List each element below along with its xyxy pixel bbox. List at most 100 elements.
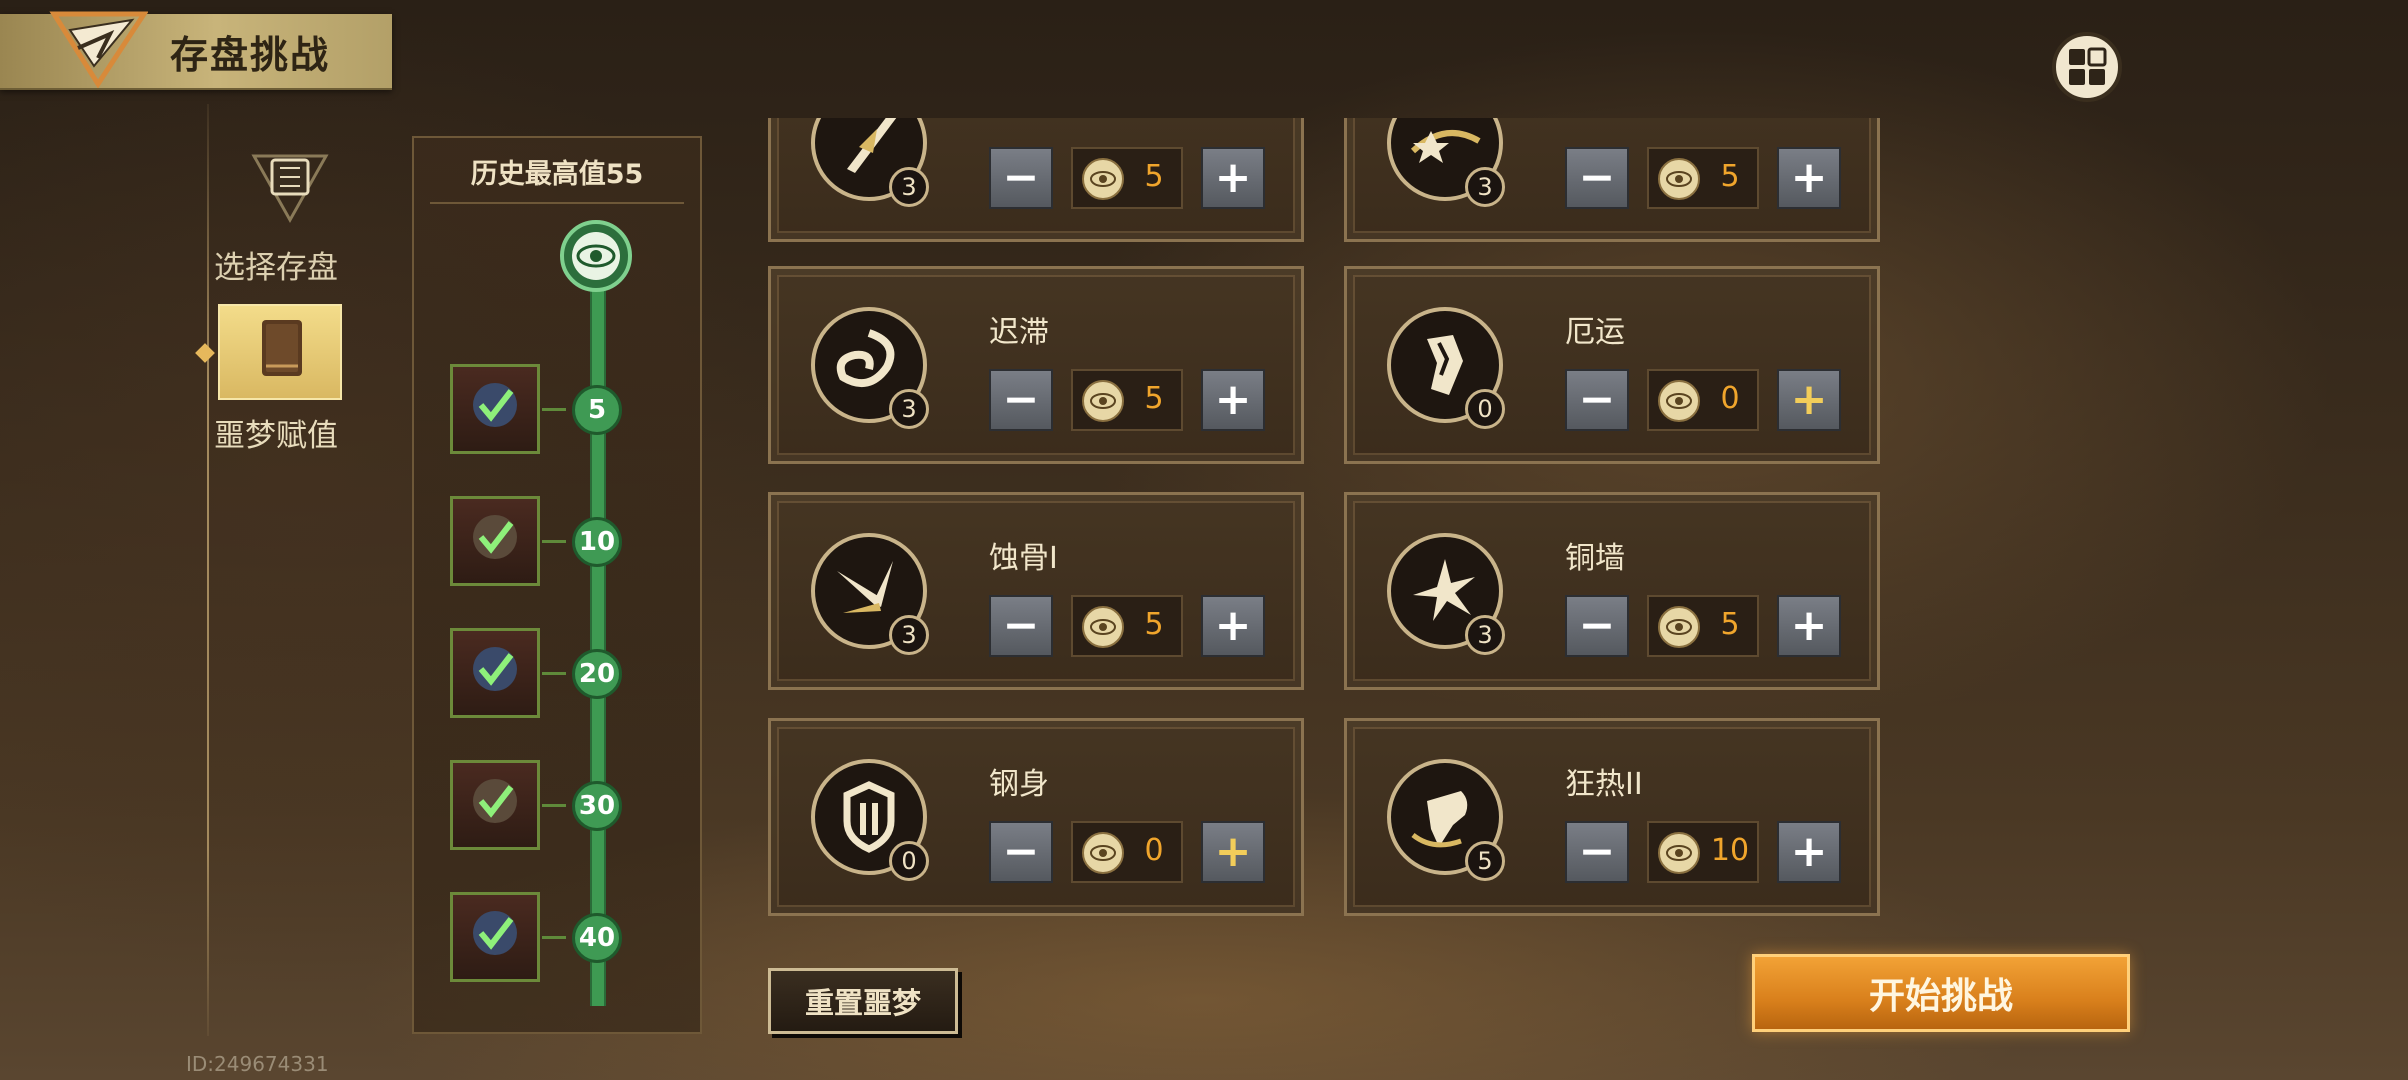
decrease-button[interactable]: − [989, 595, 1053, 657]
milestone-connector [542, 672, 566, 675]
card-name: 厄运 [1565, 315, 1625, 350]
nightmare-card: 0 厄运 − 0 + [1344, 266, 1880, 464]
nightmare-card: 5 狂热II − 10 + [1344, 718, 1880, 916]
decrease-button[interactable]: − [1565, 821, 1629, 883]
milestone-node: 10 [572, 517, 622, 567]
cost-value: 5 [1144, 159, 1164, 194]
card-level: 3 [1465, 167, 1505, 207]
milestone-node: 20 [572, 649, 622, 699]
menu-grid-button[interactable] [2052, 32, 2122, 102]
eye-coin-icon [1082, 832, 1124, 874]
check-badge-icon [473, 647, 517, 691]
start-challenge-button[interactable]: 开始挑战 [1752, 954, 2130, 1032]
cost-value-box: 5 [1647, 147, 1759, 209]
milestone-reward-icon[interactable] [450, 628, 540, 718]
nav-nightmare-tab[interactable] [218, 304, 342, 400]
start-challenge-label: 开始挑战 [1868, 976, 2013, 1017]
milestone-reward-icon[interactable] [450, 364, 540, 454]
save-chip-icon[interactable] [250, 150, 330, 226]
card-level: 0 [889, 841, 929, 881]
cost-value: 5 [1144, 381, 1164, 416]
card-name: 钢身 [989, 767, 1049, 802]
milestone-connector [542, 540, 566, 543]
eye-coin-icon [1658, 380, 1700, 422]
milestone-node: 40 [572, 913, 622, 963]
cost-value-box: 5 [1071, 369, 1183, 431]
cost-value-box: 0 [1071, 821, 1183, 883]
reset-nightmare-button[interactable]: 重置噩梦 [768, 968, 958, 1034]
decrease-button[interactable]: − [1565, 369, 1629, 431]
card-level: 3 [1465, 615, 1505, 655]
decrease-button[interactable]: − [1565, 595, 1629, 657]
eye-emblem-icon [560, 220, 632, 292]
card-name: 迟滞 [989, 315, 1049, 350]
card-level: 3 [889, 167, 929, 207]
nav-divider [207, 104, 209, 1036]
history-divider [430, 202, 684, 204]
nav-active-marker [195, 343, 215, 363]
increase-button[interactable]: + [1201, 821, 1265, 883]
decrease-button[interactable]: − [989, 147, 1053, 209]
milestone-connector [542, 936, 566, 939]
history-best-value: 历史最高值55 [470, 159, 644, 190]
nightmare-card: 3 − 5 + [768, 118, 1304, 242]
increase-button[interactable]: + [1777, 595, 1841, 657]
nightmare-card: 0 钢身 − 0 + [768, 718, 1304, 916]
book-icon [262, 320, 302, 376]
cost-value: 0 [1720, 381, 1740, 416]
eye-coin-icon [1658, 832, 1700, 874]
grid-icon [2069, 47, 2107, 85]
eye-coin-icon [1658, 606, 1700, 648]
increase-button[interactable]: + [1777, 369, 1841, 431]
cost-value-box: 5 [1647, 595, 1759, 657]
cost-value: 0 [1144, 833, 1164, 868]
nightmare-card: 3 铜墙 − 5 + [1344, 492, 1880, 690]
milestone-node: 5 [572, 385, 622, 435]
increase-button[interactable]: + [1201, 369, 1265, 431]
cost-value-box: 5 [1071, 147, 1183, 209]
cost-value: 5 [1720, 159, 1740, 194]
card-name: 蚀骨I [989, 541, 1058, 576]
eye-coin-icon [1658, 158, 1700, 200]
check-badge-icon [473, 515, 517, 559]
check-badge-icon [473, 779, 517, 823]
increase-button[interactable]: + [1777, 821, 1841, 883]
eye-coin-icon [1082, 380, 1124, 422]
card-level: 3 [889, 615, 929, 655]
milestone-reward-icon[interactable] [450, 892, 540, 982]
milestone-connector [542, 804, 566, 807]
page-title: 存盘挑战 [170, 33, 331, 77]
eye-coin-icon [1082, 158, 1124, 200]
cost-value: 5 [1720, 607, 1740, 642]
check-badge-icon [473, 383, 517, 427]
milestone-reward-icon[interactable] [450, 760, 540, 850]
decrease-button[interactable]: − [989, 369, 1053, 431]
increase-button[interactable]: + [1777, 147, 1841, 209]
cost-value-box: 5 [1071, 595, 1183, 657]
check-badge-icon [473, 911, 517, 955]
card-level: 0 [1465, 389, 1505, 429]
nightmare-card: 3 − 5 + [1344, 118, 1880, 242]
cost-value: 10 [1710, 833, 1750, 868]
cost-value-box: 10 [1647, 821, 1759, 883]
nightmare-card-grid[interactable]: 3 − 5 + 3 − 5 + 3 迟滞 − 5 + 0 厄运 − 0 + 3 … [760, 118, 1900, 930]
decrease-button[interactable]: − [1565, 147, 1629, 209]
nightmare-card: 3 迟滞 − 5 + [768, 266, 1304, 464]
nav-nightmare-label[interactable]: 噩梦赋值 [212, 410, 340, 455]
decrease-button[interactable]: − [989, 821, 1053, 883]
milestone-connector [542, 408, 566, 411]
card-level: 3 [889, 389, 929, 429]
increase-button[interactable]: + [1201, 595, 1265, 657]
nav-select-save[interactable]: 选择存盘 [212, 242, 340, 287]
nightmare-card: 3 蚀骨I − 5 + [768, 492, 1304, 690]
card-name: 狂热II [1565, 767, 1643, 802]
increase-button[interactable]: + [1201, 147, 1265, 209]
card-level: 5 [1465, 841, 1505, 881]
cost-value-box: 0 [1647, 369, 1759, 431]
back-logo-icon[interactable] [48, 8, 148, 88]
user-id: ID:249674331 [186, 1052, 329, 1076]
card-name: 铜墙 [1565, 541, 1625, 576]
eye-coin-icon [1082, 606, 1124, 648]
milestone-reward-icon[interactable] [450, 496, 540, 586]
cost-value: 5 [1144, 607, 1164, 642]
